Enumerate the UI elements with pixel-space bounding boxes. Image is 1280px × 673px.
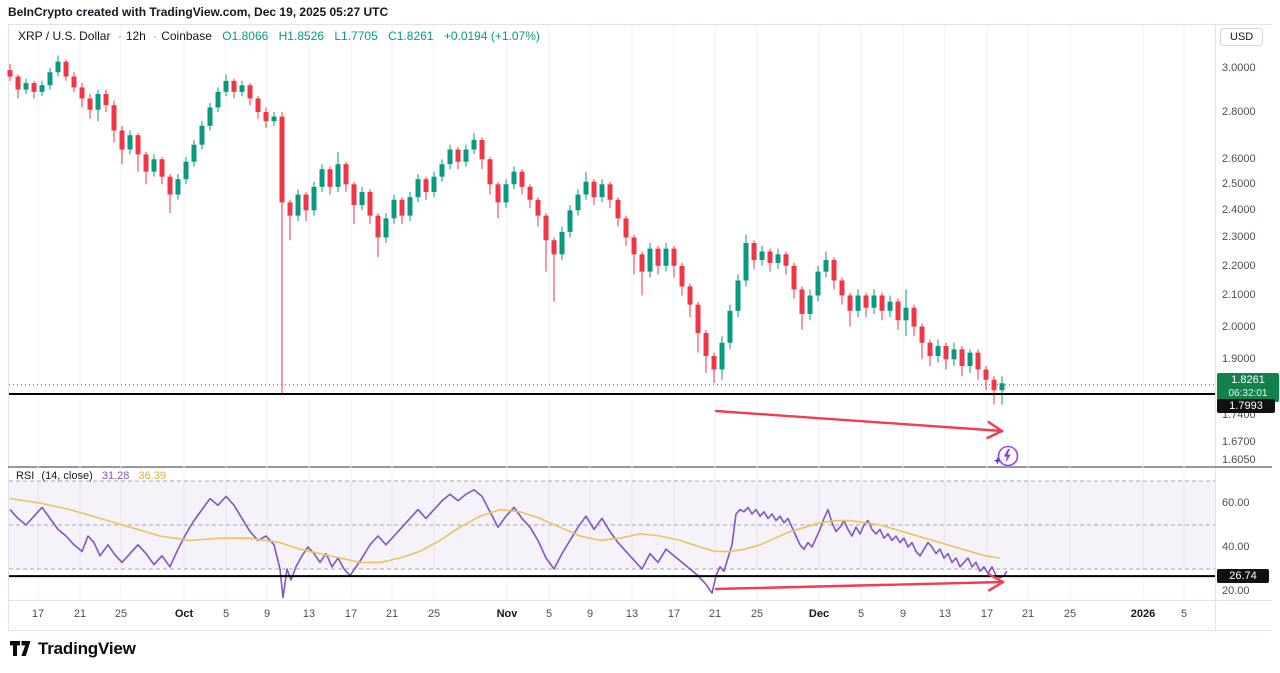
time-tick-label: 21 bbox=[74, 608, 86, 620]
time-tick-label: 5 bbox=[546, 608, 552, 620]
tradingview-chart-page: BeInCrypto created with TradingView.com,… bbox=[0, 0, 1280, 673]
time-tick-label: 5 bbox=[1181, 608, 1187, 620]
rsi-params: (14, close) bbox=[41, 470, 92, 482]
pane-separator[interactable] bbox=[8, 466, 1272, 468]
price-tick-label: 2.6000 bbox=[1222, 153, 1256, 165]
time-tick-label: Dec bbox=[809, 608, 829, 620]
drawn-line-price-badge: 1.7993 bbox=[1217, 399, 1275, 413]
rsi-value-badge: 26.74 bbox=[1217, 569, 1269, 583]
rsi-tick-label: 40.00 bbox=[1222, 541, 1250, 553]
frame-bottom-border bbox=[8, 630, 1272, 631]
brand-text: TradingView bbox=[38, 639, 136, 659]
rsi-value: 31.28 bbox=[102, 470, 130, 482]
frame-top-border bbox=[8, 24, 1272, 25]
tradingview-logo-icon bbox=[10, 641, 31, 657]
time-tick-label: 21 bbox=[386, 608, 398, 620]
price-tick-label: 2.1000 bbox=[1222, 289, 1256, 301]
ohlc-low: L1.7705 bbox=[334, 29, 377, 43]
rsi-tick-label: 60.00 bbox=[1222, 497, 1250, 509]
time-tick-label: 9 bbox=[264, 608, 270, 620]
candlestick-series bbox=[8, 55, 1005, 404]
time-tick-label: Oct bbox=[175, 608, 193, 620]
attribution-text: BeInCrypto created with TradingView.com,… bbox=[8, 5, 388, 19]
price-tick-label: 2.8000 bbox=[1222, 106, 1256, 118]
rsi-legend[interactable]: RSI (14, close) 31.28 36.39 bbox=[16, 470, 166, 482]
ohlc-open: O1.8066 bbox=[222, 29, 268, 43]
price-tick-label: 1.9000 bbox=[1222, 353, 1256, 365]
exchange-label[interactable]: Coinbase bbox=[161, 29, 212, 43]
drawn-arrows[interactable] bbox=[716, 411, 1003, 590]
ohlc-change: +0.0194 (+1.07%) bbox=[444, 29, 540, 43]
time-tick-label: 21 bbox=[709, 608, 721, 620]
time-tick-label: 13 bbox=[303, 608, 315, 620]
time-tick-label: 13 bbox=[939, 608, 951, 620]
interval-label[interactable]: 12h bbox=[126, 29, 146, 43]
price-tick-label: 2.4000 bbox=[1222, 204, 1256, 216]
time-axis-border[interactable] bbox=[8, 600, 1272, 601]
time-tick-label: 17 bbox=[32, 608, 44, 620]
symbol-name[interactable]: XRP / U.S. Dollar bbox=[18, 29, 110, 43]
tradingview-brand[interactable]: TradingView bbox=[10, 639, 136, 659]
price-tick-label: 2.0000 bbox=[1222, 321, 1256, 333]
flash-emoji-icon[interactable] bbox=[994, 447, 1018, 466]
price-tick-label: 2.2000 bbox=[1222, 260, 1256, 272]
time-tick-label: 5 bbox=[223, 608, 229, 620]
time-tick-label: 25 bbox=[428, 608, 440, 620]
time-tick-label: Nov bbox=[497, 608, 518, 620]
time-tick-label: 9 bbox=[587, 608, 593, 620]
rsi-ma-value: 36.39 bbox=[138, 470, 166, 482]
time-tick-label: 17 bbox=[345, 608, 357, 620]
frame-left-border bbox=[8, 24, 9, 630]
price-tick-label: 1.6050 bbox=[1222, 454, 1256, 466]
chart-canvas[interactable] bbox=[0, 0, 1280, 673]
legend-separator: · bbox=[153, 29, 157, 43]
rsi-lines bbox=[10, 490, 1007, 598]
time-tick-label: 25 bbox=[751, 608, 763, 620]
price-tick-label: 2.3000 bbox=[1222, 231, 1256, 243]
price-tick-label: 1.6700 bbox=[1222, 436, 1256, 448]
time-tick-label: 17 bbox=[981, 608, 993, 620]
time-tick-label: 5 bbox=[858, 608, 864, 620]
time-tick-label: 17 bbox=[668, 608, 680, 620]
rsi-tick-label: 20.00 bbox=[1222, 585, 1250, 597]
time-tick-label: 13 bbox=[626, 608, 638, 620]
ohlc-high: H1.8526 bbox=[279, 29, 324, 43]
time-tick-label: 25 bbox=[115, 608, 127, 620]
last-price-badge: 1.8261 06:32:01 bbox=[1217, 373, 1279, 402]
legend-separator: · bbox=[118, 29, 122, 43]
price-axis-border[interactable] bbox=[1215, 24, 1216, 630]
time-tick-label: 21 bbox=[1022, 608, 1034, 620]
symbol-legend[interactable]: XRP / U.S. Dollar · 12h · Coinbase O1.8066… bbox=[18, 29, 540, 43]
price-tick-label: 3.0000 bbox=[1222, 62, 1256, 74]
currency-axis-button[interactable]: USD bbox=[1220, 28, 1263, 46]
time-tick-label: 9 bbox=[900, 608, 906, 620]
drawn-horizontal-lines[interactable] bbox=[9, 385, 1215, 577]
time-tick-label: 25 bbox=[1064, 608, 1076, 620]
ohlc-close: C1.8261 bbox=[388, 29, 433, 43]
gridlines bbox=[38, 25, 1184, 600]
time-tick-label: 2026 bbox=[1131, 608, 1155, 620]
last-price-value: 1.8261 bbox=[1221, 374, 1275, 387]
rsi-title[interactable]: RSI bbox=[16, 470, 34, 482]
rsi-band bbox=[9, 481, 1215, 569]
price-tick-label: 2.5000 bbox=[1222, 178, 1256, 190]
